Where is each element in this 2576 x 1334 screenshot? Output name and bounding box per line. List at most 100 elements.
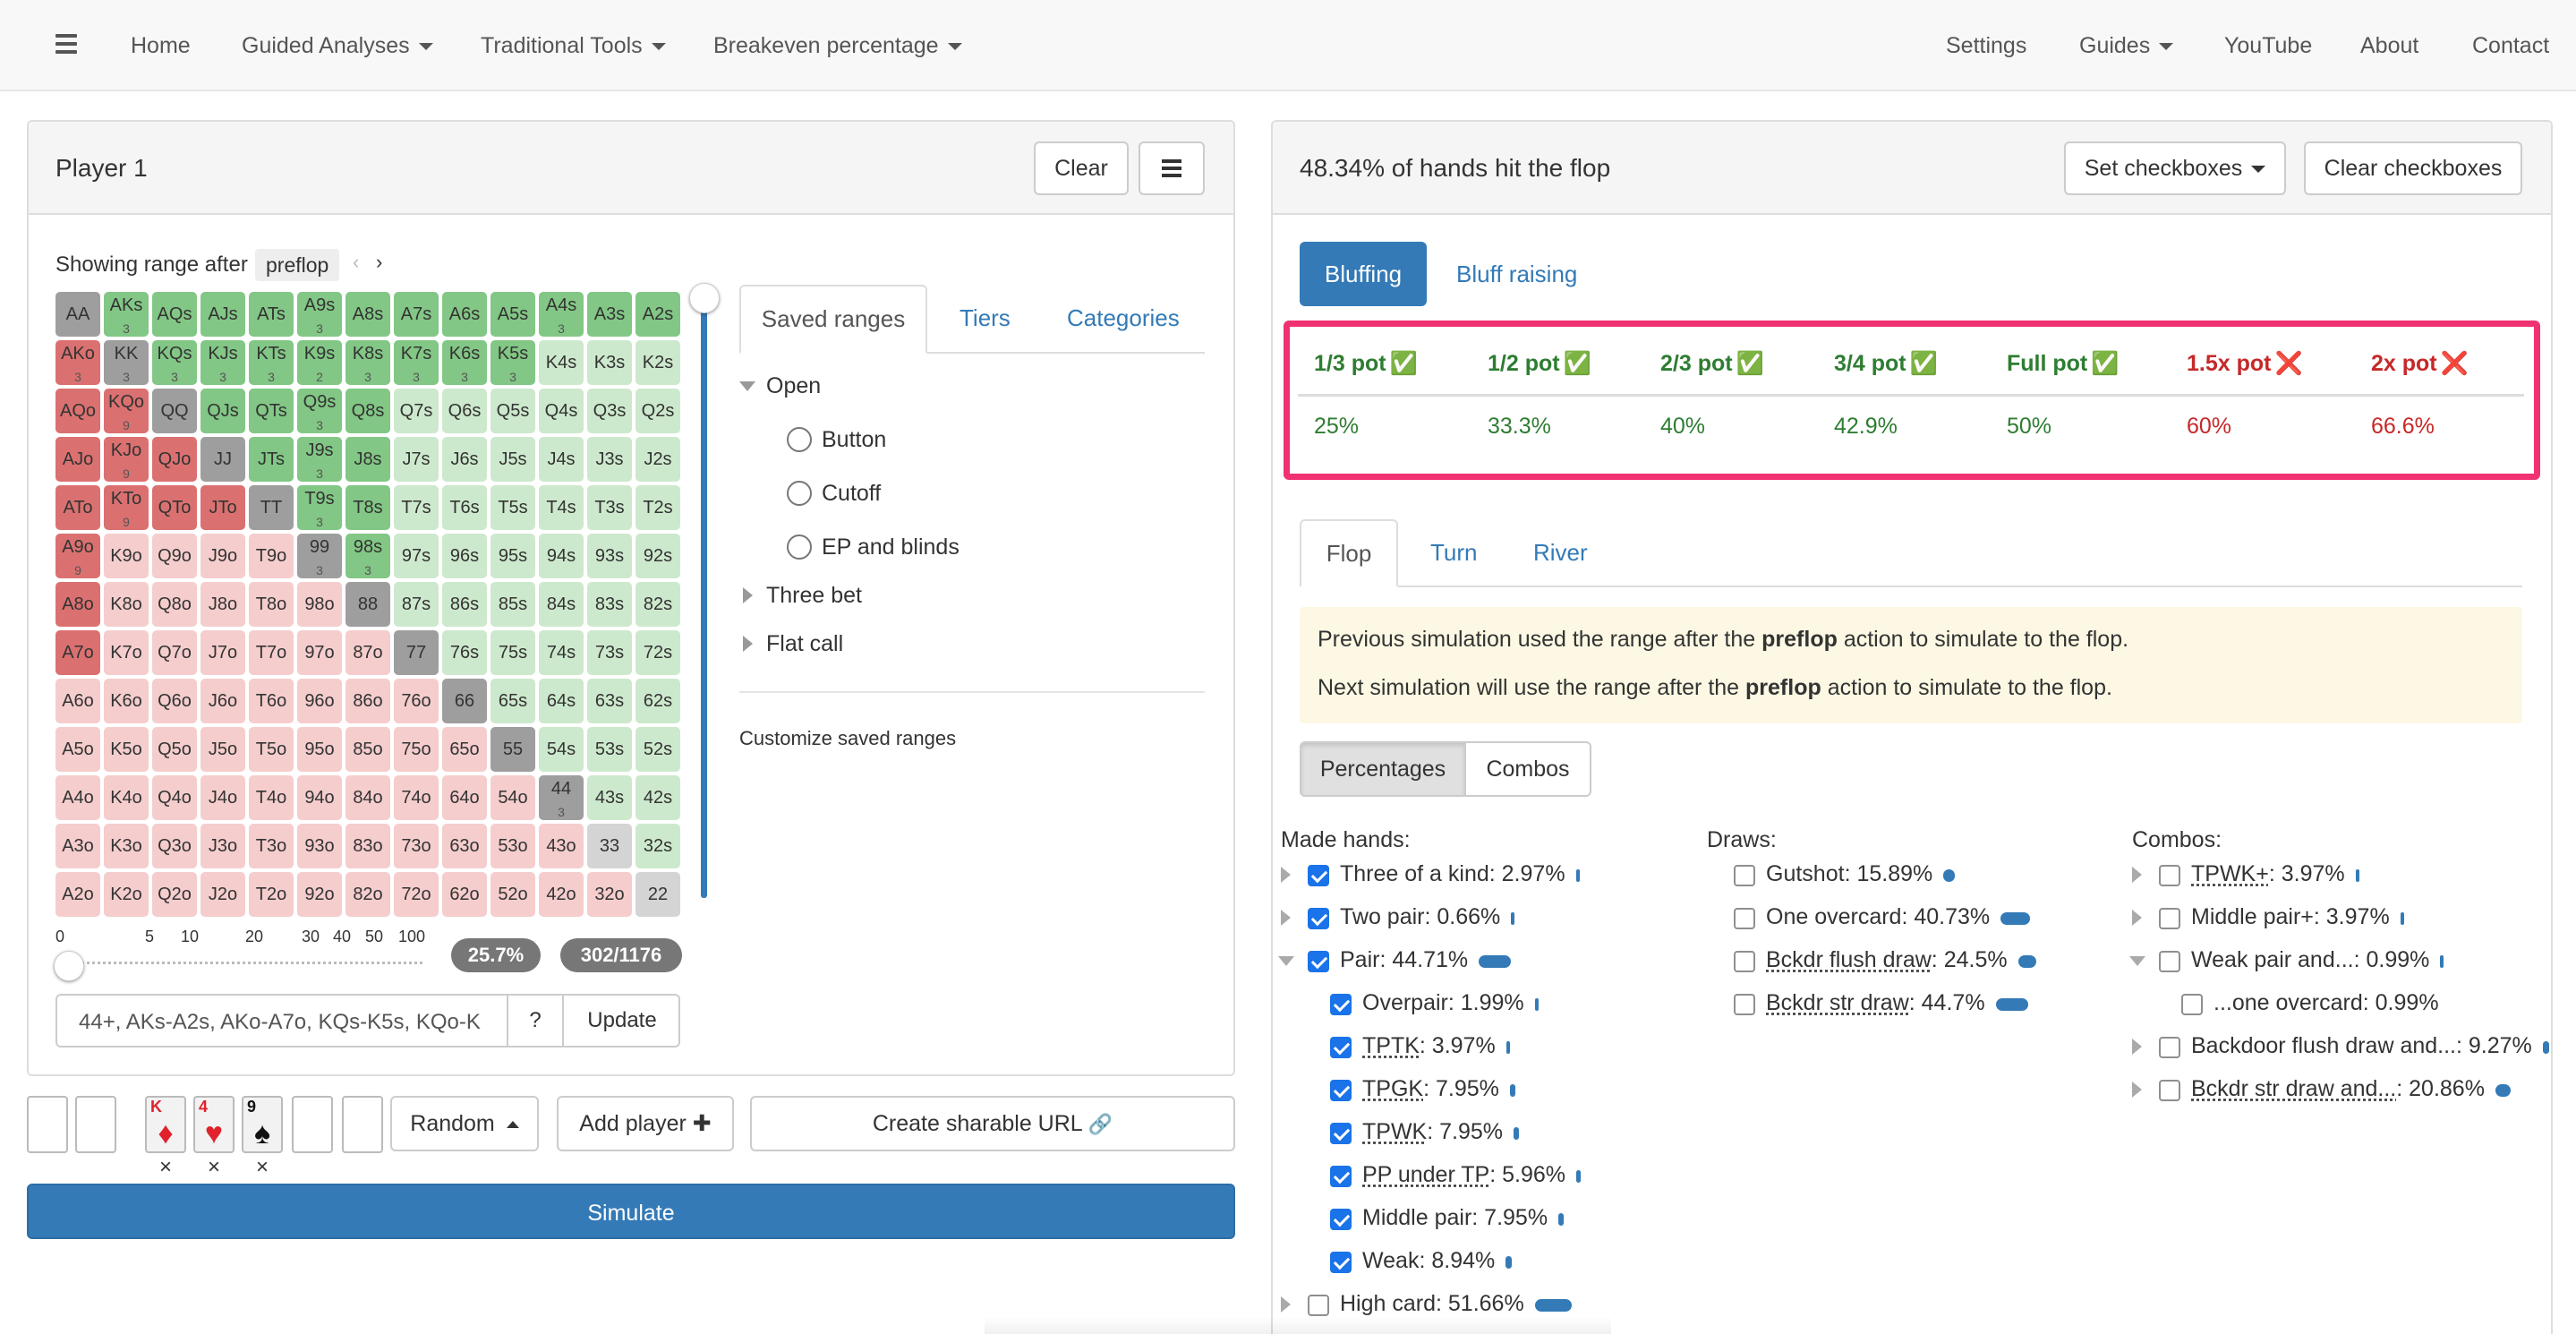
stat-row[interactable]: Two pair: 0.66% xyxy=(1340,904,1500,930)
nav-about[interactable]: About xyxy=(2360,0,2418,91)
hand-cell[interactable]: A5s xyxy=(490,292,535,337)
tab-bluffing[interactable]: Bluffing xyxy=(1300,242,1427,306)
hand-cell[interactable]: 55 xyxy=(490,727,535,772)
hand-cell[interactable]: J6o xyxy=(200,679,245,723)
saved-group-flat-call[interactable]: Flat call xyxy=(766,631,843,657)
stat-checkbox[interactable] xyxy=(1330,1209,1352,1230)
remove-card-icon[interactable]: × xyxy=(208,1155,220,1180)
hand-cell[interactable]: T7s xyxy=(394,485,439,530)
stat-row[interactable]: Bckdr str draw: 44.7% xyxy=(1766,990,1985,1016)
stat-checkbox[interactable] xyxy=(2181,994,2203,1015)
hand-cell[interactable]: 82s xyxy=(635,582,680,627)
stat-row[interactable]: Middle pair+: 3.97% xyxy=(2191,904,2390,930)
stat-row[interactable]: Overpair: 1.99% xyxy=(1362,990,1524,1016)
hand-cell[interactable]: T9s 3 xyxy=(297,485,342,530)
hand-cell[interactable]: 43s xyxy=(587,775,632,820)
horizontal-slider-track[interactable] xyxy=(64,962,422,971)
hand-cell[interactable]: Q6o xyxy=(152,679,197,723)
hand-cell[interactable]: 74s xyxy=(539,630,584,675)
hand-cell[interactable]: 22 xyxy=(635,872,680,917)
nav-home[interactable]: Home xyxy=(131,0,191,91)
hand-cell[interactable]: A7o xyxy=(55,630,100,675)
hand-cell[interactable]: AA xyxy=(55,292,100,337)
hand-cell[interactable]: 32s xyxy=(635,824,680,868)
collapse-triangle-icon[interactable] xyxy=(2129,956,2145,966)
stat-checkbox[interactable] xyxy=(1308,951,1329,972)
hand-cell[interactable]: T8s xyxy=(345,485,390,530)
hand-cell[interactable]: K9o xyxy=(104,534,149,578)
hand-cell[interactable]: Q8s xyxy=(345,389,390,433)
tab-saved-ranges[interactable]: Saved ranges xyxy=(739,285,927,354)
hand-cell[interactable]: A3o xyxy=(55,824,100,868)
menu-button[interactable] xyxy=(1139,141,1205,195)
hand-cell[interactable]: 76o xyxy=(394,679,439,723)
hand-cell[interactable]: AJo xyxy=(55,437,100,482)
hand-cell[interactable]: QJo xyxy=(152,437,197,482)
hand-cell[interactable]: J9o xyxy=(200,534,245,578)
stat-row[interactable]: TPTK: 3.97% xyxy=(1362,1033,1496,1059)
board-card[interactable]: 9 ♠ xyxy=(242,1096,283,1153)
stat-checkbox[interactable] xyxy=(1734,865,1755,886)
simulate-button[interactable]: Simulate xyxy=(27,1184,1235,1239)
hand-cell[interactable]: QTs xyxy=(249,389,294,433)
hand-cell[interactable]: J3s xyxy=(587,437,632,482)
hand-cell[interactable]: 97o xyxy=(297,630,342,675)
hand-cell[interactable]: AKo 3 xyxy=(55,340,100,385)
stat-checkbox[interactable] xyxy=(2159,951,2180,972)
hand-cell[interactable]: 53s xyxy=(587,727,632,772)
set-checkboxes-button[interactable]: Set checkboxes xyxy=(2064,141,2286,195)
stat-checkbox[interactable] xyxy=(1734,951,1755,972)
hand-cell[interactable]: J9s 3 xyxy=(297,437,342,482)
hand-cell[interactable]: 65s xyxy=(490,679,535,723)
board-card[interactable]: K ♦ xyxy=(145,1096,186,1153)
stat-row[interactable]: Middle pair: 7.95% xyxy=(1362,1205,1548,1231)
help-button[interactable]: ? xyxy=(507,996,564,1046)
hand-cell[interactable]: ATs xyxy=(249,292,294,337)
hand-cell[interactable]: A3s xyxy=(587,292,632,337)
hand-cell[interactable]: Q3s xyxy=(587,389,632,433)
expand-triangle-icon[interactable] xyxy=(743,587,753,603)
hand-cell[interactable]: Q4o xyxy=(152,775,197,820)
nav-breakeven-percentage[interactable]: Breakeven percentage xyxy=(713,0,962,91)
vertical-slider-handle[interactable] xyxy=(689,283,720,313)
hand-cell[interactable]: 54o xyxy=(490,775,535,820)
hand-cell[interactable]: 97s xyxy=(394,534,439,578)
next-street-arrow-icon[interactable]: › xyxy=(376,251,382,274)
hand-cell[interactable]: K5s 3 xyxy=(490,340,535,385)
hand-cell[interactable]: AJs xyxy=(200,292,245,337)
hand-cell[interactable]: 64o xyxy=(442,775,487,820)
hand-cell[interactable]: 92s xyxy=(635,534,680,578)
stat-row[interactable]: TPWK+: 3.97% xyxy=(2191,861,2345,887)
clear-checkboxes-button[interactable]: Clear checkboxes xyxy=(2304,141,2522,195)
hand-cell[interactable]: 33 xyxy=(587,824,632,868)
stat-row[interactable]: Gutshot: 15.89% xyxy=(1766,861,1932,887)
hand-cell[interactable]: J5s xyxy=(490,437,535,482)
hand-cell[interactable]: 32o xyxy=(587,872,632,917)
hand-cell[interactable]: Q5o xyxy=(152,727,197,772)
hand-cell[interactable]: 83o xyxy=(345,824,390,868)
hand-cell[interactable]: 63o xyxy=(442,824,487,868)
stat-row[interactable]: Bckdr flush draw: 24.5% xyxy=(1766,947,2008,973)
hand-cell[interactable]: 77 xyxy=(394,630,439,675)
combos-toggle[interactable]: Combos xyxy=(1464,741,1591,797)
hand-cell[interactable]: AQo xyxy=(55,389,100,433)
stat-row[interactable]: Pair: 44.71% xyxy=(1340,947,1468,973)
hand-cell[interactable]: 88 xyxy=(345,582,390,627)
hand-cell[interactable]: 42s xyxy=(635,775,680,820)
hand-cell[interactable]: J3o xyxy=(200,824,245,868)
hand-cell[interactable]: Q2s xyxy=(635,389,680,433)
hand-cell[interactable]: KJs 3 xyxy=(200,340,245,385)
hand-cell[interactable]: A2o xyxy=(55,872,100,917)
expand-triangle-icon[interactable] xyxy=(2132,910,2142,926)
tab-turn[interactable]: Turn xyxy=(1430,539,1478,567)
hand-cell[interactable]: T2o xyxy=(249,872,294,917)
expand-triangle-icon[interactable] xyxy=(2132,867,2142,883)
hand-cell[interactable]: A6o xyxy=(55,679,100,723)
hand-cell[interactable]: T7o xyxy=(249,630,294,675)
hand-cell[interactable]: K9s 2 xyxy=(297,340,342,385)
clear-button[interactable]: Clear xyxy=(1034,141,1129,195)
expand-triangle-icon[interactable] xyxy=(2132,1039,2142,1055)
hand-cell[interactable]: QQ xyxy=(152,389,197,433)
remove-card-icon[interactable]: × xyxy=(256,1155,269,1180)
hand-cell[interactable]: K7o xyxy=(104,630,149,675)
